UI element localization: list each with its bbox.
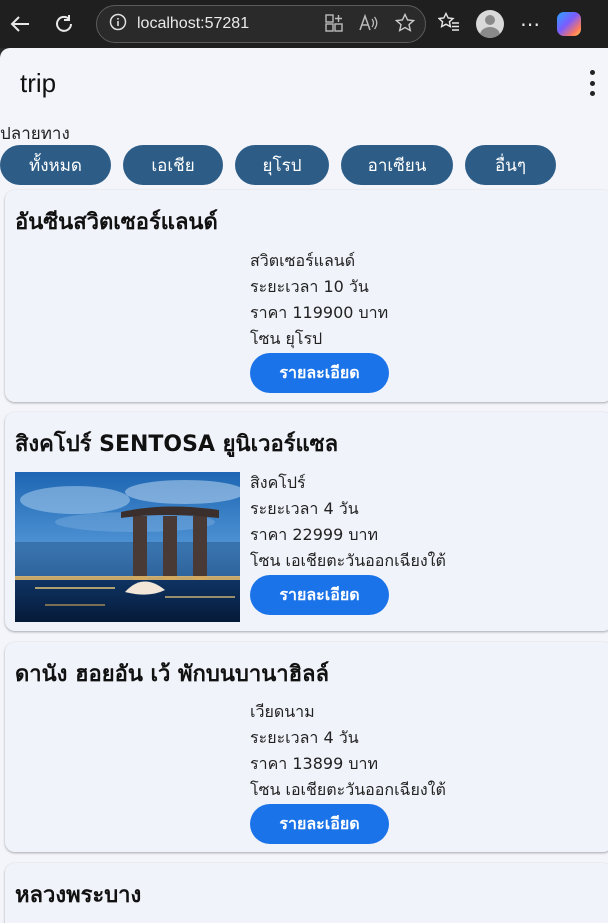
profile-avatar[interactable] [476,10,504,38]
read-aloud-icon[interactable] [359,13,379,37]
trip-country: สวิตเซอร์แลนด์ [250,251,356,270]
trip-country: เวียดนาม [250,702,315,721]
trip-title: ดานัง ฮอยอัน เว้ พักบนบานาฮิลล์ [15,662,329,687]
favorites-icon[interactable] [437,11,460,36]
app-title: trip [20,68,57,98]
trip-duration: ระยะเวลา 10 วัน [250,277,369,296]
destination-label: ปลายทาง [0,124,70,144]
favorite-star-icon[interactable] [394,12,416,38]
filter-europe-button[interactable]: ยุโรป [235,145,329,185]
more-options-icon[interactable]: ⋯ [520,12,541,36]
site-info-icon[interactable] [109,13,127,35]
filter-all-button[interactable]: ทั้งหมด [0,145,111,185]
trip-price: ราคา 22999 บาท [250,525,379,544]
trip-card: หลวงพระบาง [5,863,608,923]
app-window: trip ปลายทาง ทั้งหมด เอเชีย ยุโรป อาเซีย… [0,48,608,923]
singapore-marina-bay-image [15,472,240,622]
copilot-icon[interactable] [557,12,581,36]
detail-button[interactable]: รายละเอียด [250,804,389,844]
trip-title: สิงคโปร์ SENTOSA ยูนิเวอร์แซล [15,432,339,457]
address-bar[interactable]: localhost:57281 [96,5,426,43]
detail-button[interactable]: รายละเอียด [250,353,389,393]
trip-info: สวิตเซอร์แลนด์ ระยะเวลา 10 วัน ราคา 1199… [250,248,388,352]
filter-others-button[interactable]: อื่นๆ [465,145,556,185]
browser-toolbar: localhost:57281 ⋯ [0,0,608,48]
trip-card: ดานัง ฮอยอัน เว้ พักบนบานาฮิลล์ เวียดนาม… [5,642,608,852]
trip-duration: ระยะเวลา 4 วัน [250,499,359,518]
trip-price: ราคา 13899 บาท [250,754,379,773]
trip-duration: ระยะเวลา 4 วัน [250,728,359,747]
url-text: localhost:57281 [137,15,250,32]
trip-country: สิงคโปร์ [250,473,306,492]
detail-button[interactable]: รายละเอียด [250,575,389,615]
trip-title: หลวงพระบาง [15,883,142,908]
trip-card: สิงคโปร์ SENTOSA ยูนิเวอร์แซล สิงคโปร์ ร… [5,412,608,631]
trip-card: อันซีนสวิตเซอร์แลนด์ สวิตเซอร์แลนด์ ระยะ… [5,190,608,402]
trip-info: เวียดนาม ระยะเวลา 4 วัน ราคา 13899 บาท โ… [250,699,446,803]
refresh-icon[interactable] [46,6,82,42]
back-icon[interactable] [2,6,38,42]
trip-zone: โซน ยุโรป [250,329,323,348]
menu-more-vert-icon[interactable] [584,70,600,96]
app-bar: trip [0,48,608,118]
apps-icon[interactable] [325,13,343,37]
filter-asean-button[interactable]: อาเซียน [341,145,453,185]
trip-price: ราคา 119900 บาท [250,303,389,322]
filter-chips: ทั้งหมด เอเชีย ยุโรป อาเซียน อื่นๆ [0,145,556,185]
trip-info: สิงคโปร์ ระยะเวลา 4 วัน ราคา 22999 บาท โ… [250,470,446,574]
trip-zone: โซน เอเชียตะวันออกเฉียงใต้ [250,551,446,570]
filter-asia-button[interactable]: เอเชีย [123,145,223,185]
trip-zone: โซน เอเชียตะวันออกเฉียงใต้ [250,780,446,799]
trip-title: อันซีนสวิตเซอร์แลนด์ [15,210,218,235]
